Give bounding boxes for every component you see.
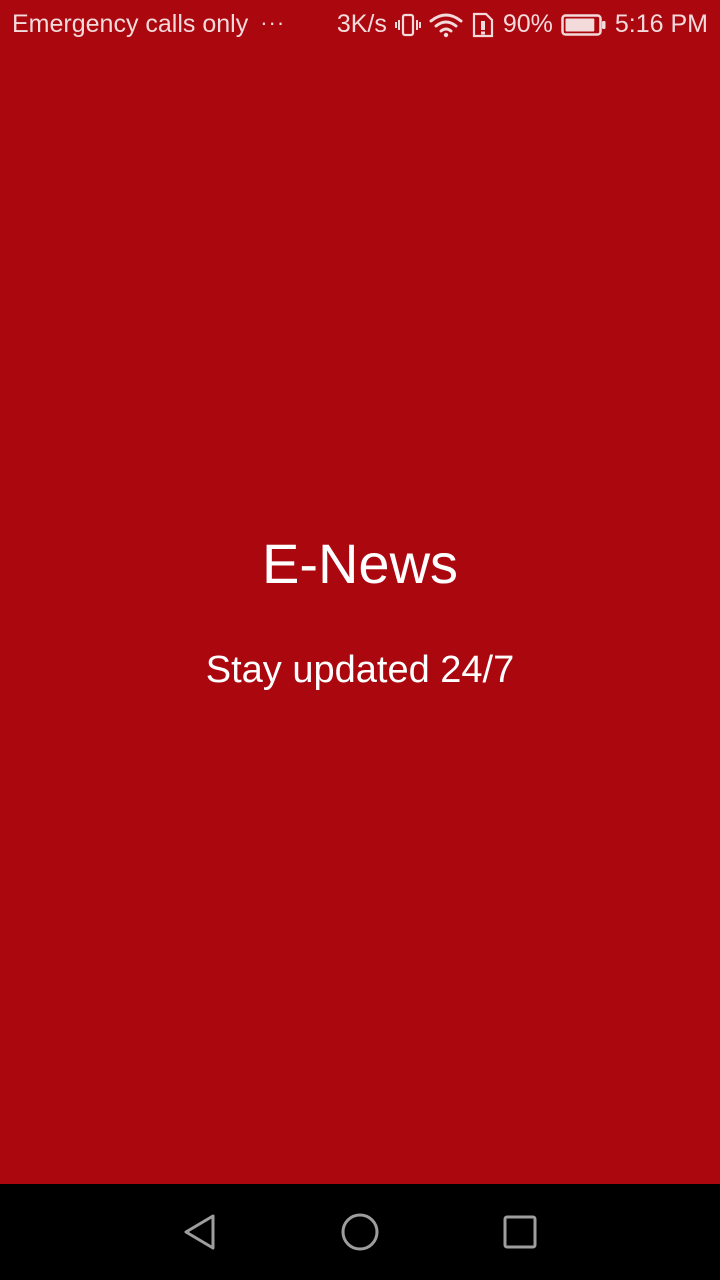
app-title: E-News — [261, 532, 459, 595]
status-left: Emergency calls only ··· — [12, 10, 285, 39]
battery-icon — [561, 13, 607, 37]
recents-icon — [503, 1215, 537, 1249]
home-icon — [341, 1213, 379, 1251]
vibrate-icon — [394, 12, 421, 38]
status-right: 3K/s 90% 5:16 PM — [337, 10, 708, 39]
back-icon — [184, 1214, 215, 1250]
back-button[interactable] — [180, 1212, 220, 1252]
recents-button[interactable] — [500, 1212, 540, 1252]
battery-percent: 90% — [502, 10, 553, 38]
navigation-bar — [0, 1184, 720, 1280]
wifi-icon — [429, 12, 463, 38]
app-tagline: Stay updated 24/7 — [205, 649, 515, 691]
more-notifications-icon: ··· — [260, 9, 286, 35]
sim-alert-icon — [471, 12, 495, 38]
home-button[interactable] — [340, 1212, 380, 1252]
carrier-text: Emergency calls only — [12, 10, 249, 38]
network-speed: 3K/s — [336, 10, 387, 38]
status-bar: Emergency calls only ··· 3K/s 90% 5:16 P… — [0, 0, 720, 50]
clock: 5:16 PM — [614, 10, 708, 38]
splash-screen: Emergency calls only ··· 3K/s 90% 5:16 P… — [0, 0, 720, 1280]
